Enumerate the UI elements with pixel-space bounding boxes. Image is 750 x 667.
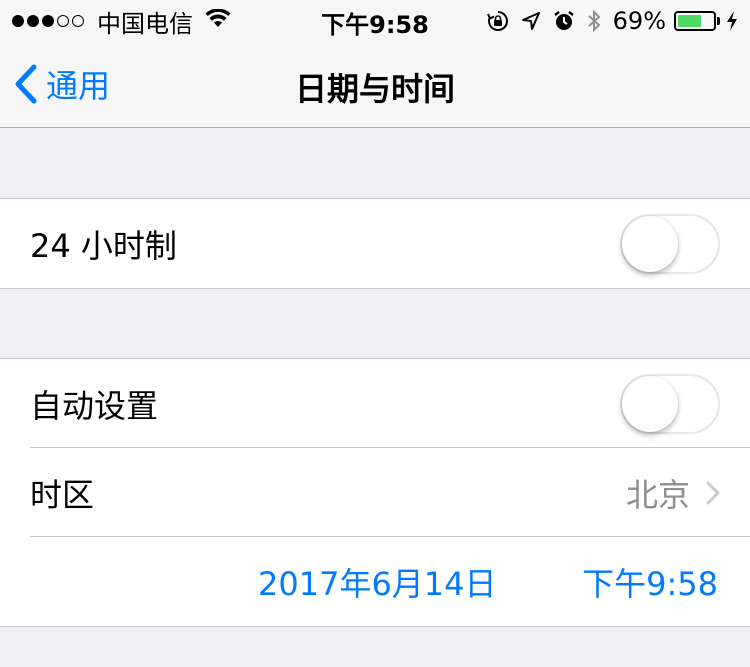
date-time-row[interactable]: 2017年6月14日 下午9:58 [0,536,750,626]
time-zone-row[interactable]: 时区 北京 [0,447,750,537]
battery-percent: 69% [612,7,666,35]
chevron-right-icon [706,481,720,505]
time-zone-value: 北京 [625,475,690,514]
time-zone-label: 时区 [30,475,95,514]
hour24-toggle[interactable] [620,213,720,274]
date-value[interactable]: 2017年6月14日 [258,559,497,605]
hour24-row: 24 小时制 [0,199,750,288]
bluetooth-icon [587,9,601,33]
auto-set-row: 自动设置 [0,359,750,448]
battery-icon [674,11,720,31]
auto-set-toggle[interactable] [620,373,720,434]
orientation-lock-icon [486,10,509,32]
time-value[interactable]: 下午9:58 [582,559,718,605]
page-title: 日期与时间 [294,70,455,108]
status-right: 69% [475,6,738,36]
auto-set-label: 自动设置 [30,386,159,425]
toggle-knob [622,375,678,432]
charging-bolt-icon [726,10,738,32]
battery-fill [678,15,702,27]
settings-group-hour-format: 24 小时制 [0,198,750,289]
status-bar: 中国电信 下午9:58 69% [0,0,750,40]
screen: 中国电信 下午9:58 69% 通用 日期与时间 24 小时制 自动设置 时区 … [0,0,750,667]
settings-group-date-time: 自动设置 时区 北京 2017年6月14日 下午9:58 [0,358,750,627]
nav-bar: 通用 日期与时间 [0,40,750,128]
hour24-label: 24 小时制 [30,226,177,265]
location-arrow-icon [521,11,541,31]
alarm-icon [553,10,575,32]
toggle-knob [622,215,678,272]
